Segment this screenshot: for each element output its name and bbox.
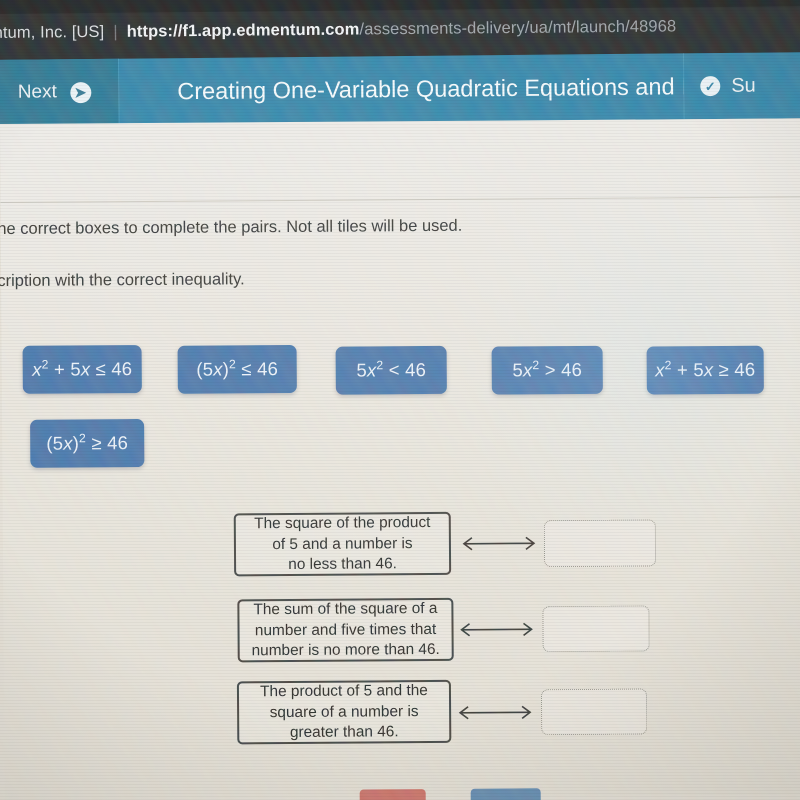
- answer-tile-4[interactable]: 5x2 > 46: [491, 345, 603, 395]
- site-identity-label: entum, Inc. [US]: [0, 22, 105, 42]
- answer-tile-1-label: x2 + 5x ≤ 46: [32, 357, 133, 380]
- submit-button-label: Su: [731, 74, 756, 97]
- pair-drop-target-2[interactable]: [542, 605, 650, 653]
- url-host: f1.app.edmentum.com: [182, 19, 360, 40]
- pair-description-1-text: The square of the product of 5 and a numb…: [254, 514, 431, 573]
- arrow-right-circle-icon: ➤: [69, 81, 91, 103]
- answer-tile-5[interactable]: x2 + 5x ≥ 46: [646, 345, 764, 395]
- answer-tile-6-label: (5x)2 ≥ 46: [46, 431, 129, 454]
- reset-button[interactable]: [359, 789, 426, 800]
- assessment-page: the correct boxes to complete the pairs.…: [0, 118, 800, 800]
- content-divider: [0, 196, 800, 203]
- check-circle-icon: ✓: [700, 75, 721, 97]
- pair-connector-2: [456, 620, 536, 639]
- pair-connector-3: [455, 703, 535, 722]
- answer-tile-5-label: x2 + 5x ≥ 46: [655, 358, 756, 381]
- url-scheme: https://: [126, 21, 183, 41]
- page-next-button[interactable]: [470, 788, 541, 800]
- answer-tile-1[interactable]: x2 + 5x ≤ 46: [22, 345, 142, 394]
- answer-tile-3[interactable]: 5x2 < 46: [335, 345, 447, 395]
- answer-tile-3-label: 5x2 < 46: [356, 358, 427, 381]
- answer-tile-2-label: (5x)2 ≤ 46: [196, 357, 279, 380]
- pair-description-3: The product of 5 and the square of a numb…: [236, 679, 452, 745]
- pair-description-2-text: The sum of the square of a number and fiv…: [251, 600, 440, 659]
- pair-drop-target-3[interactable]: [540, 688, 648, 736]
- pair-drop-target-1[interactable]: [543, 519, 657, 568]
- answer-tile-2[interactable]: (5x)2 ≤ 46: [177, 344, 297, 394]
- submit-button[interactable]: ✓ Su: [682, 52, 800, 120]
- pair-connector-1: [459, 534, 539, 553]
- address-divider: |: [113, 22, 118, 41]
- url-path: /assessments-delivery/ua/mt/launch/48968: [359, 16, 677, 38]
- answer-tile-6[interactable]: (5x)2 ≥ 46: [30, 419, 145, 468]
- answer-tile-4-label: 5x2 > 46: [512, 358, 583, 381]
- pair-description-2: The sum of the square of a number and fiv…: [237, 597, 454, 663]
- browser-address-bar[interactable]: entum, Inc. [US] | https://f1.app.edment…: [0, 8, 800, 50]
- instruction-line-1: the correct boxes to complete the pairs.…: [0, 216, 463, 239]
- assessment-toolbar: Next ➤ Creating One-Variable Quadratic E…: [0, 52, 800, 126]
- next-button[interactable]: Next ➤: [0, 58, 120, 126]
- instruction-line-2: scription with the correct inequality.: [0, 270, 245, 291]
- next-button-label: Next: [17, 81, 57, 103]
- pair-description-1: The square of the product of 5 and a numb…: [233, 511, 452, 577]
- screen-photo: entum, Inc. [US] | https://f1.app.edment…: [0, 0, 800, 800]
- pair-description-3-text: The product of 5 and the square of a numb…: [260, 682, 428, 741]
- assessment-title: Creating One-Variable Quadratic Equation…: [177, 72, 684, 104]
